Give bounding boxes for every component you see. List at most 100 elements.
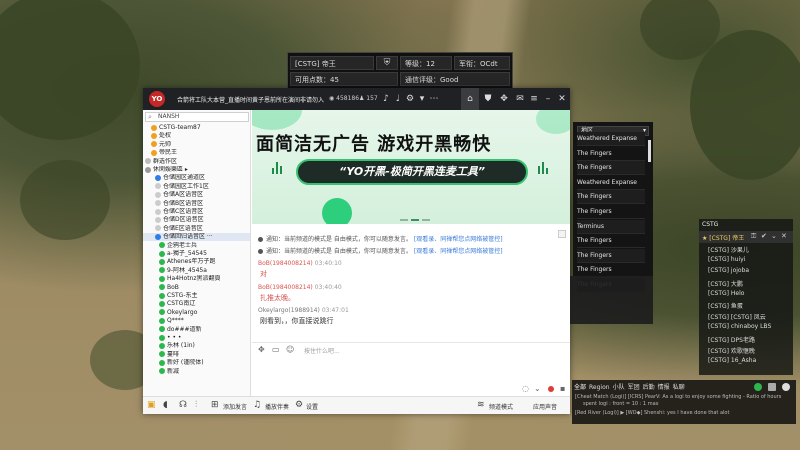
chat-tab[interactable]: 军团	[628, 384, 640, 391]
tree-row[interactable]: 新好 (谨院体)	[143, 359, 250, 367]
tree-row[interactable]: 新减	[143, 368, 250, 376]
tree-row[interactable]: Athenes年万子跑	[143, 258, 250, 266]
notice-link[interactable]: [观看录、同禅帮您点网络被管控]	[414, 236, 503, 243]
squad-member[interactable]: [CSTG] 沙果儿	[708, 245, 788, 254]
tree-row[interactable]: BoB	[143, 284, 250, 292]
tree-row[interactable]: 仓储C区语音区	[143, 208, 250, 216]
tree-row[interactable]: CSTG-东主	[143, 292, 250, 300]
tree-row[interactable]: CSTG南辽	[143, 300, 250, 308]
search-input[interactable]: ⌕ NANSH	[145, 112, 249, 122]
tree-row[interactable]: do###道新	[143, 326, 250, 334]
tree-row[interactable]: 仓储园区工作1区	[143, 183, 250, 191]
tree-row[interactable]: • • •	[143, 334, 250, 342]
lock-icon[interactable]: ⚿	[751, 232, 756, 241]
emoji-icon[interactable]: ☺	[286, 345, 294, 354]
minimize-icon[interactable]: –	[541, 92, 555, 106]
squad-member[interactable]: [CSTG] Helo	[708, 290, 788, 297]
mode-icon[interactable]: ≋	[477, 400, 485, 410]
region-item[interactable]: The Fingers	[577, 161, 645, 176]
box-icon[interactable]	[768, 383, 776, 391]
chat-tab[interactable]: 情报	[658, 384, 670, 391]
squad-member[interactable]: [CSTG] DPS老路	[708, 335, 788, 344]
gear-icon[interactable]	[782, 383, 790, 391]
shirt-icon[interactable]: ⛊	[481, 92, 495, 106]
tree-row[interactable]: 群选作区	[143, 158, 250, 166]
region-item[interactable]: The Fingers	[577, 147, 645, 161]
region-item[interactable]: The Fingers	[577, 190, 645, 205]
gamepad-icon[interactable]: ✥	[258, 345, 265, 354]
message-user[interactable]: BoB(1984008214)	[258, 284, 313, 291]
channel-mode-button[interactable]: 频道模式	[489, 402, 513, 411]
tree-row[interactable]: 仓储D区语音区	[143, 216, 250, 224]
close-icon[interactable]: ✕	[781, 232, 787, 240]
message-icon[interactable]: ✉	[513, 92, 527, 106]
play-music-button[interactable]: 播放伴奏	[265, 402, 289, 411]
message-user[interactable]: BoB(1984008214)	[258, 260, 313, 267]
tree-row[interactable]: 仓储园区通道区	[143, 174, 250, 182]
more-icon[interactable]: ⋯	[427, 92, 441, 106]
tree-row[interactable]: 仓储E区语音区	[143, 225, 250, 233]
squad-member[interactable]: [CSTG] jojoba	[708, 267, 788, 274]
ad-banner[interactable]: 面简洁无广告 游戏开黑畅快 “YO开黑-极简开黑连麦工具”	[252, 110, 570, 224]
region-item[interactable]: The Fingers	[577, 234, 645, 249]
tree-row[interactable]: 仓储回归语音区 ···	[143, 233, 250, 242]
notice-link[interactable]: [观看录、同禅帮您点网络被管控]	[414, 248, 503, 255]
tree-row[interactable]: a-獨子_54545	[143, 250, 250, 258]
settings-button[interactable]: 设置	[306, 402, 318, 411]
region-item[interactable]: Terminus	[577, 219, 645, 234]
equalizer-icon[interactable]: ⫶	[195, 400, 197, 410]
chevron-down-icon[interactable]: ⌄	[771, 232, 777, 240]
scrollbar[interactable]	[648, 140, 651, 162]
tree-row[interactable]: 9-阿林_4545a	[143, 267, 250, 275]
self-name[interactable]: ★ [CSTG] 帝王	[702, 233, 744, 242]
add-channel-button[interactable]: 添加发言	[223, 402, 247, 411]
squad-member[interactable]: [CSTG] 欢歌惬晚	[708, 346, 788, 355]
home-icon[interactable]: ⌂	[461, 88, 479, 110]
scroll-button[interactable]	[558, 230, 566, 238]
region-item[interactable]: The Fingers	[577, 248, 645, 263]
region-item[interactable]: Weathered Expanse	[577, 132, 645, 146]
tree-row[interactable]: 企鸦老士兵	[143, 242, 250, 250]
tree-row[interactable]: 乐林 (1in)	[143, 342, 250, 350]
region-item[interactable]: Weathered Expanse	[577, 176, 645, 190]
toggle-icon[interactable]	[754, 383, 762, 391]
menu-icon[interactable]: ≡	[527, 92, 541, 106]
tree-row[interactable]: 休閑娛樂區 ▸	[143, 166, 250, 174]
tree-row[interactable]: 蔓啡	[143, 351, 250, 359]
tree-row[interactable]: Okeylargo	[143, 309, 250, 317]
tree-row[interactable]: 处权	[143, 132, 250, 140]
scroll-icon[interactable]: ▪	[560, 384, 565, 393]
music-icon[interactable]: ♫	[253, 400, 261, 410]
chat-tab[interactable]: 全部	[574, 384, 586, 391]
chat-tab[interactable]: Region	[589, 384, 610, 391]
tree-row[interactable]: 帝民王	[143, 149, 250, 157]
tree-row[interactable]: Ha4Hotnz黑派翻頁	[143, 275, 250, 283]
region-item[interactable]: The Fingers	[577, 205, 645, 219]
squad-member[interactable]: [CSTG] 大鹏	[708, 279, 788, 288]
squad-member[interactable]: [CSTG] 16_Asha	[708, 357, 788, 364]
chat-tab[interactable]: 小队	[613, 384, 625, 391]
check-icon[interactable]: ✔	[761, 232, 767, 240]
chat-bubble-icon[interactable]: ◌	[522, 384, 529, 393]
apply-sound-button[interactable]: 应用声音	[533, 402, 557, 411]
message-user[interactable]: Okeylargo(1988914)	[258, 307, 320, 314]
carousel-indicator[interactable]	[400, 214, 433, 223]
tree-row[interactable]: 仓储A区语音区	[143, 191, 250, 199]
tree-row[interactable]: CSTG-team87	[143, 124, 250, 132]
gear-icon[interactable]: ⚙	[295, 400, 303, 410]
chevron-down-icon[interactable]: ⌄	[534, 384, 541, 393]
speaker-icon[interactable]: ◖	[163, 400, 168, 410]
tree-row[interactable]: 元帅	[143, 141, 250, 149]
image-icon[interactable]: ▭	[272, 345, 280, 354]
message-composer[interactable]: ◌ ⌄ ▪	[252, 356, 570, 396]
tree-row[interactable]: 仓储B区语音区	[143, 200, 250, 208]
squad-member[interactable]: [CSTG] huiyi	[708, 256, 788, 263]
add-icon[interactable]: ⊞	[211, 400, 219, 410]
chat-tab[interactable]: 后勤	[643, 384, 655, 391]
folder-icon[interactable]: ▣	[147, 400, 156, 410]
tree-row[interactable]: Q****	[143, 317, 250, 325]
squad-member[interactable]: [CSTG] 鱼蛋	[708, 301, 788, 310]
close-icon[interactable]: ✕	[555, 92, 569, 106]
gamepad-icon[interactable]: ✥	[497, 92, 511, 106]
squad-member[interactable]: [CSTG] chinaboy LBS	[708, 323, 788, 330]
